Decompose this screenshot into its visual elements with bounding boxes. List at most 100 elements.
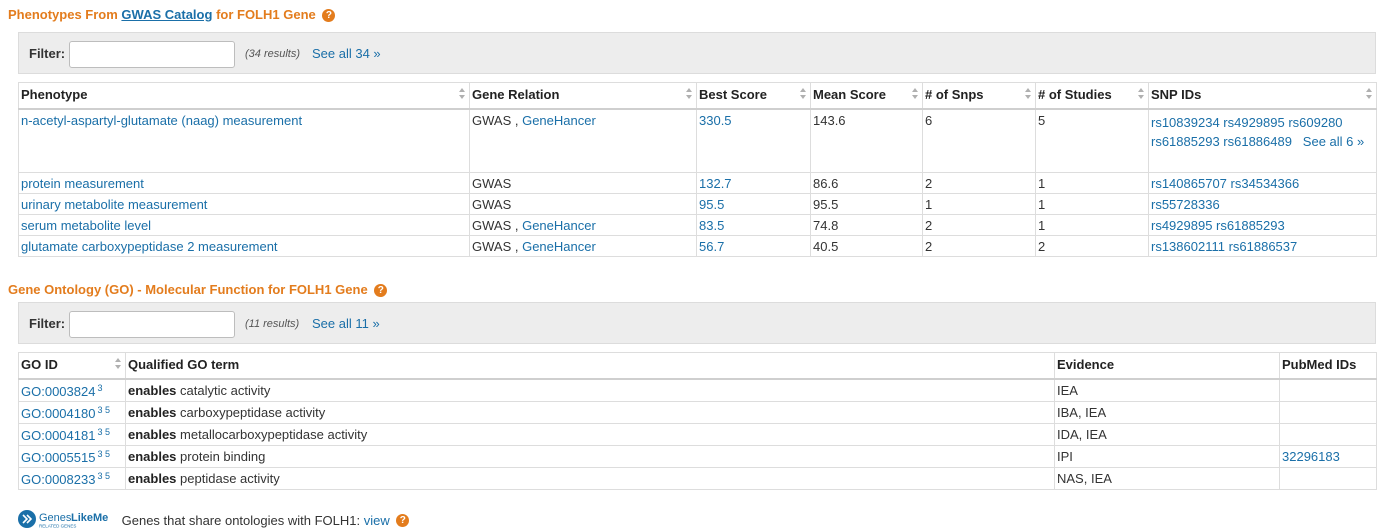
svg-text:Genes: Genes: [39, 512, 72, 524]
phenotype-link[interactable]: glutamate carboxypeptidase 2 measurement: [21, 239, 278, 254]
col-best-score[interactable]: Best Score: [696, 82, 811, 110]
go-filter-bar: Filter: (11 results) See all 11 »: [18, 302, 1376, 344]
snp-ids-link[interactable]: rs55728336: [1151, 197, 1220, 212]
col-phenotype[interactable]: Phenotype: [18, 82, 470, 110]
phenotypes-filter-input[interactable]: [69, 41, 235, 68]
go-term: protein binding: [180, 449, 266, 464]
genehancer-link[interactable]: GeneHancer: [522, 218, 596, 233]
go-filter-input[interactable]: [69, 311, 235, 338]
genehancer-link[interactable]: GeneHancer: [522, 239, 596, 254]
sort-icon: [686, 88, 692, 100]
mean-score: 74.8: [813, 217, 839, 233]
go-term: peptidase activity: [180, 471, 280, 486]
go-qualifier: enables: [128, 449, 177, 464]
col-gene-relation[interactable]: Gene Relation: [469, 82, 697, 110]
genehancer-link[interactable]: GeneHancer: [522, 113, 596, 128]
svg-text:LikeMe: LikeMe: [71, 512, 108, 524]
best-score-link[interactable]: 132.7: [699, 176, 732, 191]
table-row: GO:0008233 3 5 enables peptidase activity…: [18, 467, 1377, 490]
col-go-id[interactable]: GO ID: [18, 352, 126, 380]
best-score-link[interactable]: 56.7: [699, 239, 724, 254]
phenotypes-results-count: (34 results): [245, 48, 301, 60]
snp-count: 2: [925, 217, 933, 233]
mean-score: 95.5: [813, 196, 839, 212]
table-row: n-acetyl-aspartyl-glutamate (naag) measu…: [18, 108, 1377, 173]
geneslikeme-text: Genes that share ontologies with FOLH1:: [121, 513, 361, 528]
pubmed-link[interactable]: 32296183: [1282, 449, 1340, 464]
best-score-link[interactable]: 95.5: [699, 197, 724, 212]
go-id-link[interactable]: GO:0008233: [21, 472, 95, 487]
go-term: metallocarboxypeptidase activity: [180, 427, 368, 442]
go-id-link[interactable]: GO:0004180: [21, 406, 95, 421]
phenotypes-table: Phenotype Gene Relation Best Score Mean …: [18, 82, 1377, 257]
go-id-link[interactable]: GO:0005515: [21, 450, 95, 465]
col-num-snps[interactable]: # of Snps: [922, 82, 1036, 110]
help-icon[interactable]: ?: [322, 9, 336, 22]
go-evidence: NAS, IEA: [1057, 471, 1112, 486]
help-icon[interactable]: ?: [374, 284, 388, 297]
snp-ids-link[interactable]: rs138602111 rs61886537: [1151, 239, 1297, 254]
source-superscript[interactable]: 3: [97, 383, 102, 393]
go-evidence: IEA: [1057, 383, 1078, 398]
snp-see-all-link[interactable]: See all 6 »: [1303, 134, 1364, 149]
phenotype-link[interactable]: protein measurement: [21, 176, 144, 191]
go-term: catalytic activity: [180, 383, 271, 398]
source-superscript[interactable]: 3 5: [97, 471, 110, 481]
study-count: 2: [1038, 238, 1046, 254]
table-row: GO:0004180 3 5 enables carboxypeptidase a…: [18, 401, 1377, 424]
best-score-link[interactable]: 83.5: [699, 218, 724, 233]
go-evidence: IBA, IEA: [1057, 405, 1107, 420]
snp-ids-link[interactable]: rs4929895 rs61885293: [1151, 218, 1285, 233]
go-qualifier: enables: [128, 427, 177, 442]
best-score-link[interactable]: 330.5: [699, 113, 732, 128]
phenotypes-title-prefix: Phenotypes From: [8, 7, 118, 22]
go-id-link[interactable]: GO:0004181: [21, 428, 95, 443]
go-id-link[interactable]: GO:0003824: [21, 384, 95, 399]
study-count: 1: [1038, 196, 1046, 212]
phenotype-link[interactable]: urinary metabolite measurement: [21, 197, 207, 212]
phenotypes-filter-bar: Filter: (34 results) See all 34 »: [18, 32, 1376, 74]
geneslikeme-view-link[interactable]: view: [364, 513, 390, 528]
geneslikeme-logo[interactable]: Genes LikeMe RELATED GENES: [18, 509, 118, 532]
phenotypes-see-all-link[interactable]: See all 34 »: [312, 46, 381, 61]
col-mean-score[interactable]: Mean Score: [810, 82, 923, 110]
snp-count: 1: [925, 196, 933, 212]
snp-ids-link[interactable]: rs140865707 rs34534366: [1151, 176, 1299, 191]
phenotypes-section-title: Phenotypes From GWAS Catalog for FOLH1 G…: [8, 7, 336, 22]
col-num-studies[interactable]: # of Studies: [1035, 82, 1149, 110]
snp-ids-link[interactable]: rs61885293 rs61886489: [1151, 134, 1292, 149]
table-row: GO:0004181 3 5 enables metallocarboxypept…: [18, 423, 1377, 446]
gwas-catalog-link[interactable]: GWAS Catalog: [121, 7, 212, 22]
source-superscript[interactable]: 3 5: [97, 449, 110, 459]
col-go-term: Qualified GO term: [125, 352, 1055, 380]
gene-relation-text: GWAS: [472, 175, 512, 191]
go-evidence: IDA, IEA: [1057, 427, 1107, 442]
col-snp-ids[interactable]: SNP IDs: [1148, 82, 1377, 110]
mean-score: 40.5: [813, 238, 839, 254]
go-see-all-link[interactable]: See all 11 »: [312, 316, 380, 331]
table-header-row: Phenotype Gene Relation Best Score Mean …: [18, 82, 1377, 110]
go-table: GO ID Qualified GO term Evidence PubMed …: [18, 352, 1377, 490]
snp-count: 2: [925, 175, 933, 191]
col-pubmed: PubMed IDs: [1279, 352, 1377, 380]
svg-text:RELATED GENES: RELATED GENES: [39, 524, 76, 529]
gene-relation-text: GWAS ,: [472, 217, 519, 233]
gene-relation-text: GWAS ,: [472, 113, 519, 128]
filter-label: Filter:: [29, 316, 66, 331]
sort-icon: [459, 88, 465, 100]
sort-icon: [1366, 88, 1372, 100]
phenotype-link[interactable]: n-acetyl-aspartyl-glutamate (naag) measu…: [21, 113, 302, 128]
table-header-row: GO ID Qualified GO term Evidence PubMed …: [18, 352, 1377, 380]
sort-icon: [800, 88, 806, 100]
table-row: protein measurement GWAS 132.7 86.6 2 1 …: [18, 171, 1377, 194]
table-row: glutamate carboxypeptidase 2 measurement…: [18, 234, 1377, 257]
gene-relation-text: GWAS ,: [472, 238, 519, 254]
phenotype-link[interactable]: serum metabolite level: [21, 218, 151, 233]
help-icon[interactable]: ?: [396, 514, 410, 527]
source-superscript[interactable]: 3 5: [97, 405, 110, 415]
go-section-title: Gene Ontology (GO) - Molecular Function …: [8, 282, 388, 297]
snp-ids-link[interactable]: rs10839234 rs4929895 rs609280: [1151, 115, 1343, 130]
source-superscript[interactable]: 3 5: [97, 427, 110, 437]
go-qualifier: enables: [128, 383, 177, 398]
go-results-count: (11 results): [245, 318, 300, 330]
